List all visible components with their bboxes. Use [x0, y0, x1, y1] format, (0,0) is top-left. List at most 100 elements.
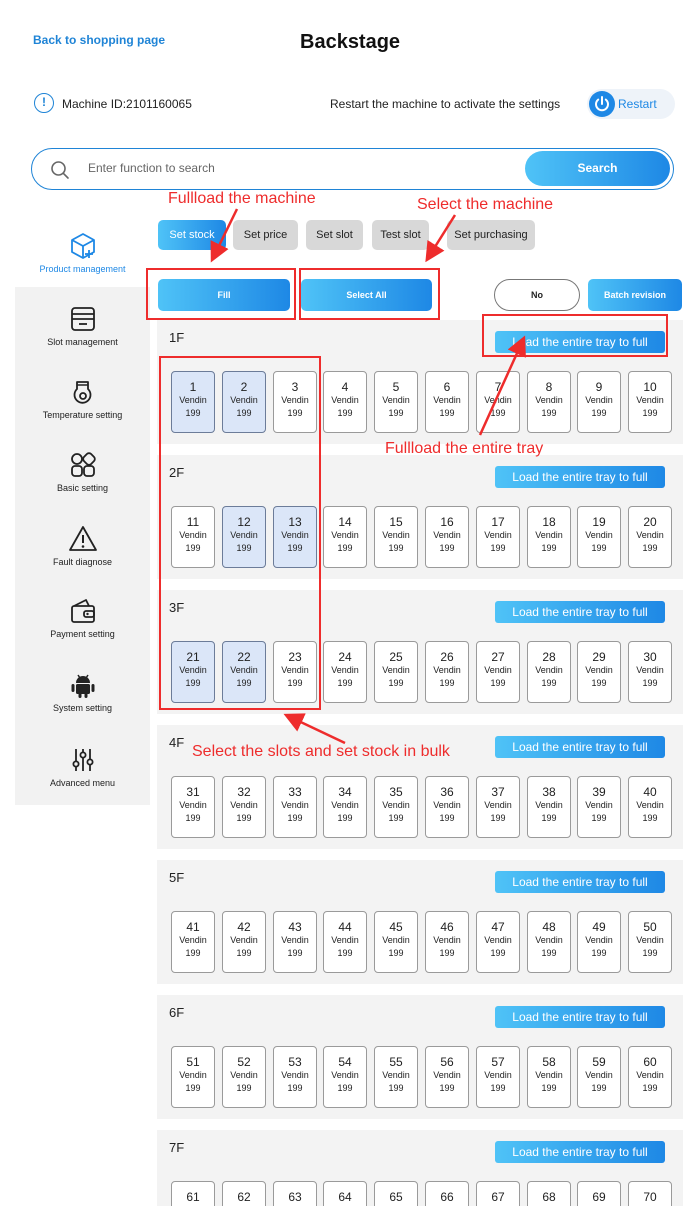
tab-set-price[interactable]: Set price: [233, 220, 298, 250]
no-button[interactable]: No: [494, 279, 580, 311]
slot-card[interactable]: 20 Vendin 199: [628, 506, 672, 568]
slot-card[interactable]: 27 Vendin 199: [476, 641, 520, 703]
slot-card[interactable]: 61: [171, 1181, 215, 1206]
slot-card[interactable]: 17 Vendin 199: [476, 506, 520, 568]
slot-card[interactable]: 67: [476, 1181, 520, 1206]
slot-card[interactable]: 69: [577, 1181, 621, 1206]
power-icon: [589, 91, 615, 117]
slot-product-name: Vendin: [535, 530, 563, 540]
slot-card[interactable]: 30 Vendin 199: [628, 641, 672, 703]
tab-set-stock[interactable]: Set stock: [158, 220, 226, 250]
slot-card[interactable]: 70: [628, 1181, 672, 1206]
slot-card[interactable]: 9 Vendin 199: [577, 371, 621, 433]
slot-card[interactable]: 38 Vendin 199: [527, 776, 571, 838]
slot-card[interactable]: 52 Vendin 199: [222, 1046, 266, 1108]
slot-card[interactable]: 60 Vendin 199: [628, 1046, 672, 1108]
slot-num: 27: [491, 650, 505, 664]
tab-test-slot[interactable]: Test slot: [372, 220, 429, 250]
slot-card[interactable]: 33 Vendin 199: [273, 776, 317, 838]
slot-card[interactable]: 65: [374, 1181, 418, 1206]
load-tray-full-button[interactable]: Load the entire tray to full: [495, 601, 665, 623]
slot-card[interactable]: 57 Vendin 199: [476, 1046, 520, 1108]
slot-card[interactable]: 64: [323, 1181, 367, 1206]
load-tray-full-button[interactable]: Load the entire tray to full: [495, 736, 665, 758]
load-tray-full-button[interactable]: Load the entire tray to full: [495, 871, 665, 893]
sidebar-item-system-setting[interactable]: System setting: [15, 665, 150, 737]
slot-card[interactable]: 5 Vendin 199: [374, 371, 418, 433]
slot-num: 56: [440, 1055, 454, 1069]
slot-card[interactable]: 4 Vendin 199: [323, 371, 367, 433]
slot-card[interactable]: 26 Vendin 199: [425, 641, 469, 703]
slot-card[interactable]: 48 Vendin 199: [527, 911, 571, 973]
slot-card[interactable]: 46 Vendin 199: [425, 911, 469, 973]
sidebar-item-fault-diagnose[interactable]: Fault diagnose: [15, 517, 150, 589]
slot-card[interactable]: 40 Vendin 199: [628, 776, 672, 838]
sidebar-item-advanced-menu[interactable]: Advanced menu: [15, 739, 150, 811]
sidebar-item-basic-setting[interactable]: Basic setting: [15, 443, 150, 515]
sidebar-item-temperature-setting[interactable]: Temperature setting: [15, 369, 150, 441]
slot-card[interactable]: 32 Vendin 199: [222, 776, 266, 838]
slot-card[interactable]: 28 Vendin 199: [527, 641, 571, 703]
restart-button[interactable]: Restart: [587, 89, 675, 119]
slot-card[interactable]: 42 Vendin 199: [222, 911, 266, 973]
sidebar-item-product-management[interactable]: Product management: [15, 215, 150, 287]
slot-card[interactable]: 37 Vendin 199: [476, 776, 520, 838]
slot-stock: 199: [388, 408, 404, 418]
slot-card[interactable]: 10 Vendin 199: [628, 371, 672, 433]
slot-card[interactable]: 34 Vendin 199: [323, 776, 367, 838]
slot-product-name: Vendin: [636, 1070, 664, 1080]
slot-card[interactable]: 29 Vendin 199: [577, 641, 621, 703]
slot-card[interactable]: 55 Vendin 199: [374, 1046, 418, 1108]
batch-revision-button[interactable]: Batch revision: [588, 279, 682, 311]
slot-card[interactable]: 54 Vendin 199: [323, 1046, 367, 1108]
search-button[interactable]: Search: [525, 151, 670, 186]
slot-card[interactable]: 59 Vendin 199: [577, 1046, 621, 1108]
slot-card[interactable]: 7 Vendin 199: [476, 371, 520, 433]
slot-card[interactable]: 50 Vendin 199: [628, 911, 672, 973]
slot-product-name: Vendin: [331, 935, 359, 945]
slot-card[interactable]: 47 Vendin 199: [476, 911, 520, 973]
slot-card[interactable]: 53 Vendin 199: [273, 1046, 317, 1108]
sidebar-item-label: Temperature setting: [42, 410, 123, 420]
slot-card[interactable]: 35 Vendin 199: [374, 776, 418, 838]
slot-card[interactable]: 6 Vendin 199: [425, 371, 469, 433]
slot-card[interactable]: 44 Vendin 199: [323, 911, 367, 973]
slot-card[interactable]: 68: [527, 1181, 571, 1206]
slot-card[interactable]: 15 Vendin 199: [374, 506, 418, 568]
slot-num: 29: [592, 650, 606, 664]
slot-card[interactable]: 62: [222, 1181, 266, 1206]
slot-card[interactable]: 58 Vendin 199: [527, 1046, 571, 1108]
slot-card[interactable]: 18 Vendin 199: [527, 506, 571, 568]
slot-card[interactable]: 39 Vendin 199: [577, 776, 621, 838]
slot-card[interactable]: 16 Vendin 199: [425, 506, 469, 568]
slot-num: 59: [592, 1055, 606, 1069]
slot-card[interactable]: 24 Vendin 199: [323, 641, 367, 703]
slot-product-name: Vendin: [230, 935, 258, 945]
sidebar-item-label: System setting: [52, 703, 113, 713]
sidebar-item-payment-setting[interactable]: Payment setting: [15, 591, 150, 663]
slot-card[interactable]: 14 Vendin 199: [323, 506, 367, 568]
slot-num: 69: [592, 1190, 606, 1204]
slot-card[interactable]: 25 Vendin 199: [374, 641, 418, 703]
load-tray-full-button[interactable]: Load the entire tray to full: [495, 1141, 665, 1163]
slot-card[interactable]: 36 Vendin 199: [425, 776, 469, 838]
slot-card[interactable]: 49 Vendin 199: [577, 911, 621, 973]
slot-card[interactable]: 41 Vendin 199: [171, 911, 215, 973]
slot-card[interactable]: 63: [273, 1181, 317, 1206]
slot-card[interactable]: 43 Vendin 199: [273, 911, 317, 973]
search-input[interactable]: [88, 161, 508, 175]
sidebar-item-slot-management[interactable]: Slot management: [15, 295, 150, 367]
slot-card[interactable]: 56 Vendin 199: [425, 1046, 469, 1108]
slot-card[interactable]: 51 Vendin 199: [171, 1046, 215, 1108]
load-tray-full-button[interactable]: Load the entire tray to full: [495, 466, 665, 488]
slot-card[interactable]: 45 Vendin 199: [374, 911, 418, 973]
back-to-shopping-link[interactable]: Back to shopping page: [33, 33, 165, 47]
slot-card[interactable]: 19 Vendin 199: [577, 506, 621, 568]
slot-card[interactable]: 66: [425, 1181, 469, 1206]
slot-card[interactable]: 8 Vendin 199: [527, 371, 571, 433]
slot-card[interactable]: 31 Vendin 199: [171, 776, 215, 838]
tab-set-purchasing[interactable]: Set purchasing: [447, 220, 535, 250]
load-tray-full-button[interactable]: Load the entire tray to full: [495, 1006, 665, 1028]
slot-stock: 199: [388, 948, 404, 958]
tab-set-slot[interactable]: Set slot: [306, 220, 363, 250]
